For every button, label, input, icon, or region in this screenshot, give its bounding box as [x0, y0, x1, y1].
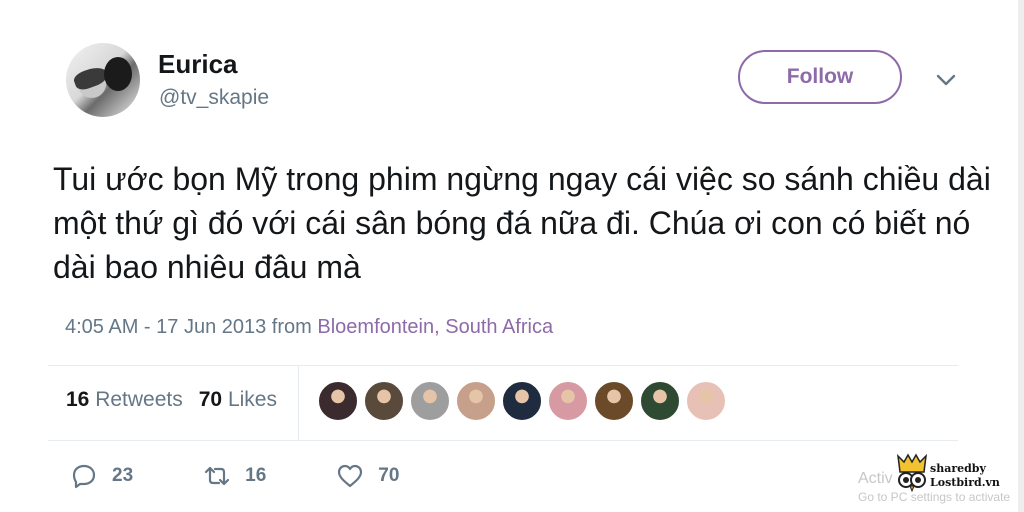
likers-list: [318, 381, 726, 421]
liker-avatar[interactable]: [686, 381, 726, 421]
reply-icon: [72, 464, 96, 489]
avatar[interactable]: [66, 43, 140, 117]
tweet-timestamp[interactable]: 4:05 AM - 17 Jun 2013 from: [65, 316, 312, 338]
liker-avatar[interactable]: [318, 381, 358, 421]
retweets-label: Retweets: [95, 388, 183, 411]
follow-button[interactable]: Follow: [738, 50, 902, 104]
chevron-down-icon[interactable]: [934, 70, 958, 90]
tweet-text: Tui ước bọn Mỹ trong phim ngừng ngay cái…: [53, 161, 991, 285]
liker-avatar[interactable]: [502, 381, 542, 421]
retweets-stat[interactable]: 16 Retweets: [66, 388, 183, 411]
retweet-icon: [205, 466, 230, 486]
liker-avatar[interactable]: [640, 381, 680, 421]
author-name[interactable]: Eurica: [158, 49, 238, 80]
liker-avatar[interactable]: [548, 381, 588, 421]
liker-avatar[interactable]: [456, 381, 496, 421]
reply-count: 23: [112, 465, 134, 486]
retweet-button[interactable]: 16: [203, 462, 266, 490]
logo-text: Lostbird.vn: [930, 476, 1000, 489]
watermark-logo: sharedby Lostbird.vn: [894, 452, 1016, 496]
liker-avatar[interactable]: [364, 381, 404, 421]
bird-logo-icon: [896, 453, 928, 492]
liker-avatar[interactable]: [594, 381, 634, 421]
like-count: 70: [378, 465, 400, 486]
tweet-actions: 23 16 70: [70, 462, 469, 490]
heart-icon: [338, 464, 363, 488]
divider: [48, 440, 958, 441]
avatar-shape: [104, 57, 132, 91]
liker-avatar[interactable]: [410, 381, 450, 421]
activate-windows-text: Activ: [858, 470, 893, 487]
divider: [48, 365, 958, 366]
tweet-stats: 16 Retweets 70 Likes: [66, 388, 277, 412]
retweet-count: 16: [245, 465, 267, 486]
edge-strip: [1018, 0, 1024, 512]
reply-button[interactable]: 23: [70, 462, 133, 490]
likes-count: 70: [198, 388, 223, 411]
like-button[interactable]: 70: [336, 462, 399, 490]
likes-stat[interactable]: 70 Likes: [199, 388, 277, 411]
tweet-location[interactable]: Bloemfontein, South Africa: [317, 316, 553, 338]
author-handle[interactable]: @tv_skapie: [159, 86, 269, 110]
tweet-metadata: 4:05 AM - 17 Jun 2013 from Bloemfontein,…: [65, 316, 553, 339]
divider: [298, 366, 299, 440]
logo-text: sharedby: [930, 462, 986, 475]
retweets-count: 16: [66, 388, 90, 411]
likes-label: Likes: [227, 388, 277, 411]
